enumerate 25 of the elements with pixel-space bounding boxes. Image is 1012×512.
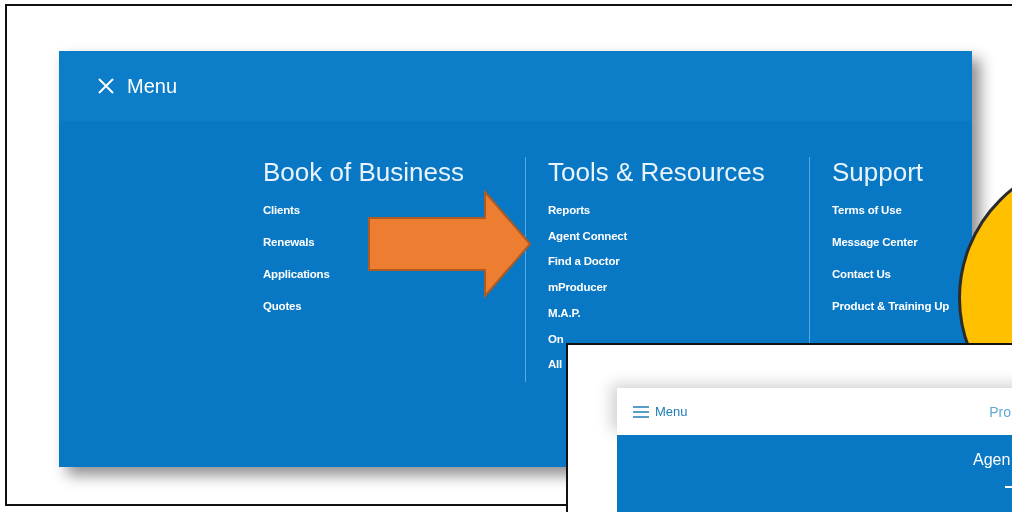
close-icon[interactable] <box>97 77 115 95</box>
menu-button[interactable]: Menu <box>633 404 688 419</box>
menu-link[interactable]: mProducer <box>548 279 607 305</box>
column-heading: Tools & Resources <box>548 157 766 188</box>
menu-link[interactable]: Find a Doctor <box>548 253 620 280</box>
menu-link[interactable]: Terms of Use <box>832 202 902 234</box>
menu-link[interactable]: Agent Connect <box>548 227 628 254</box>
menu-link[interactable]: Renewals <box>263 234 315 266</box>
menu-link[interactable]: Quotes <box>263 298 302 330</box>
menu-link[interactable]: Product & Training Up <box>832 298 950 330</box>
menu-icon[interactable] <box>633 405 649 418</box>
menu-link[interactable]: On <box>548 330 564 357</box>
menu-label: Menu <box>655 404 688 419</box>
menu-link[interactable]: M.A.P. <box>548 304 581 331</box>
menu-link[interactable]: Reports <box>548 202 591 228</box>
menu-link[interactable]: Clients <box>263 202 300 234</box>
menu-link[interactable]: Message Center <box>832 234 918 266</box>
column-heading: Book of Business <box>263 157 465 188</box>
nav-link[interactable]: Pro <box>989 403 1011 420</box>
menu-link[interactable]: All <box>548 356 563 383</box>
banner-title: Agen <box>973 451 1011 469</box>
menu-link[interactable]: Applications <box>263 266 330 298</box>
column-heading: Support <box>832 157 925 188</box>
menu-title: Menu <box>127 74 178 98</box>
menu-link[interactable]: Contact Us <box>832 266 891 298</box>
